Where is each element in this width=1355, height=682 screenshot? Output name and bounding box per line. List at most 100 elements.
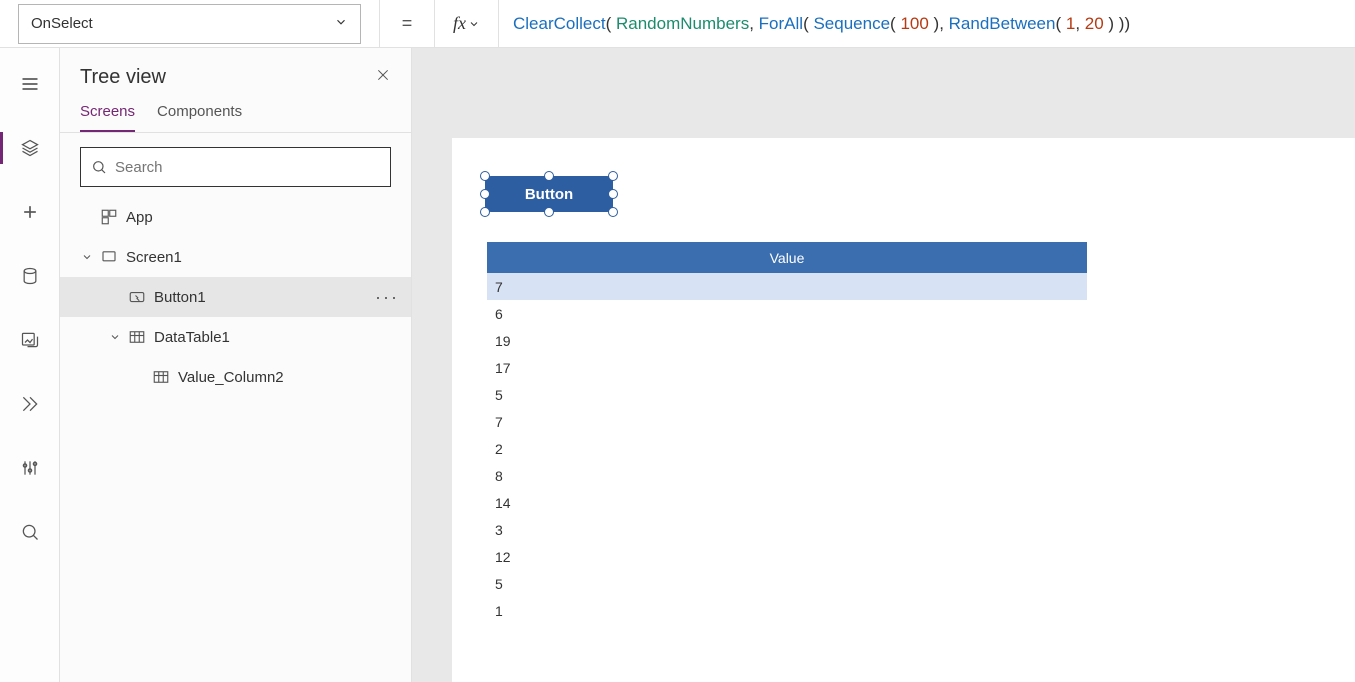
datatable-header-label: Value: [770, 250, 805, 266]
tree-item-button1[interactable]: Button1 ···: [60, 277, 411, 317]
resize-handle[interactable]: [608, 189, 618, 199]
formula-token: ClearCollect: [513, 14, 606, 34]
canvas-area[interactable]: Button Value 7 6 19 17 5 7 2 8: [412, 48, 1355, 682]
table-row[interactable]: 2: [487, 435, 1087, 462]
tree-item-datatable1[interactable]: DataTable1: [60, 317, 411, 357]
table-row[interactable]: 7: [487, 408, 1087, 435]
formula-token: ForAll: [759, 14, 803, 34]
resize-handle[interactable]: [480, 189, 490, 199]
table-cell: 8: [495, 468, 503, 484]
close-panel-button[interactable]: [375, 67, 391, 88]
resize-handle[interactable]: [480, 171, 490, 181]
resize-handle[interactable]: [608, 207, 618, 217]
table-row[interactable]: 5: [487, 570, 1087, 597]
table-cell: 12: [495, 549, 511, 565]
resize-handle[interactable]: [480, 207, 490, 217]
tree-view-nav[interactable]: [0, 128, 60, 168]
tree-item-label: Button1: [154, 289, 206, 306]
button-control-label: Button: [525, 186, 573, 203]
tree-item-value-column2[interactable]: Value_Column2: [60, 357, 411, 397]
hamburger-icon[interactable]: [0, 64, 60, 104]
table-cell: 5: [495, 576, 503, 592]
canvas-screen[interactable]: Button Value 7 6 19 17 5 7 2 8: [452, 138, 1355, 682]
equals-label: =: [379, 0, 434, 47]
resize-handle[interactable]: [544, 207, 554, 217]
tree-item-app[interactable]: App: [60, 197, 411, 237]
table-row[interactable]: 19: [487, 327, 1087, 354]
table-row[interactable]: 1: [487, 597, 1087, 624]
datatable-header[interactable]: Value: [487, 242, 1087, 273]
tree-tabs: Screens Components: [60, 97, 411, 133]
tree-item-label: Screen1: [126, 249, 182, 266]
table-cell: 7: [495, 279, 503, 295]
formula-bar: OnSelect = fx ClearCollect( RandomNumber…: [0, 0, 1355, 48]
formula-token: (: [803, 14, 813, 34]
tree-view-panel: Tree view Screens Components A: [60, 48, 412, 682]
table-cell: 6: [495, 306, 503, 322]
tree-item-label: App: [126, 209, 153, 226]
formula-token: ,: [749, 14, 758, 34]
search-nav[interactable]: [0, 512, 60, 552]
fx-icon: fx: [453, 13, 466, 34]
datatable-icon: [128, 328, 146, 346]
table-cell: 17: [495, 360, 511, 376]
button-control-icon: [128, 288, 146, 306]
formula-token: 100: [900, 14, 928, 34]
formula-token: ) )): [1104, 14, 1130, 34]
table-row[interactable]: 7: [487, 273, 1087, 300]
property-selector: OnSelect: [0, 0, 379, 47]
column-icon: [152, 368, 170, 386]
table-cell: 2: [495, 441, 503, 457]
formula-token: ,: [1075, 14, 1084, 34]
tab-screens[interactable]: Screens: [80, 103, 135, 132]
property-dropdown[interactable]: OnSelect: [18, 4, 361, 44]
resize-handle[interactable]: [608, 171, 618, 181]
table-row[interactable]: 12: [487, 543, 1087, 570]
chevron-down-icon: [334, 15, 348, 33]
table-row[interactable]: 14: [487, 489, 1087, 516]
media-nav[interactable]: [0, 320, 60, 360]
resize-handle[interactable]: [544, 171, 554, 181]
screen-icon: [100, 248, 118, 266]
tab-components[interactable]: Components: [157, 103, 242, 132]
formula-token: RandBetween: [949, 14, 1056, 34]
power-automate-nav[interactable]: [0, 384, 60, 424]
tree-view-title: Tree view: [80, 66, 166, 89]
table-row[interactable]: 6: [487, 300, 1087, 327]
table-cell: 19: [495, 333, 511, 349]
datatable-body: 7 6 19 17 5 7 2 8 14 3 12 5 1: [487, 273, 1087, 624]
left-nav-rail: [0, 48, 60, 682]
table-row[interactable]: 8: [487, 462, 1087, 489]
table-cell: 14: [495, 495, 511, 511]
fx-dropdown[interactable]: fx: [434, 0, 498, 47]
chevron-down-icon: [468, 18, 480, 30]
formula-token: (: [606, 14, 616, 34]
table-cell: 3: [495, 522, 503, 538]
formula-token: ),: [929, 14, 949, 34]
button-control[interactable]: Button: [485, 176, 613, 212]
table-row[interactable]: 3: [487, 516, 1087, 543]
more-options-icon[interactable]: ···: [375, 287, 399, 308]
datatable-control[interactable]: Value 7 6 19 17 5 7 2 8 14 3 12 5 1: [487, 242, 1087, 624]
data-nav[interactable]: [0, 256, 60, 296]
chevron-down-icon[interactable]: [108, 330, 122, 344]
table-row[interactable]: 5: [487, 381, 1087, 408]
variables-nav[interactable]: [0, 448, 60, 488]
tree-search[interactable]: [80, 147, 391, 187]
formula-input[interactable]: ClearCollect( RandomNumbers, ForAll( Seq…: [498, 0, 1355, 47]
app-icon: [100, 208, 118, 226]
formula-token: 1: [1066, 14, 1075, 34]
tree-search-input[interactable]: [115, 159, 380, 176]
property-dropdown-value: OnSelect: [31, 15, 93, 32]
selected-control-wrapper: Button: [485, 176, 613, 212]
insert-nav[interactable]: [0, 192, 60, 232]
chevron-down-icon[interactable]: [80, 250, 94, 264]
table-cell: 1: [495, 603, 503, 619]
tree-item-screen1[interactable]: Screen1: [60, 237, 411, 277]
formula-token: Sequence: [813, 14, 890, 34]
tree-item-label: DataTable1: [154, 329, 230, 346]
table-cell: 7: [495, 414, 503, 430]
search-icon: [91, 159, 107, 175]
formula-token: (: [1055, 14, 1065, 34]
table-row[interactable]: 17: [487, 354, 1087, 381]
